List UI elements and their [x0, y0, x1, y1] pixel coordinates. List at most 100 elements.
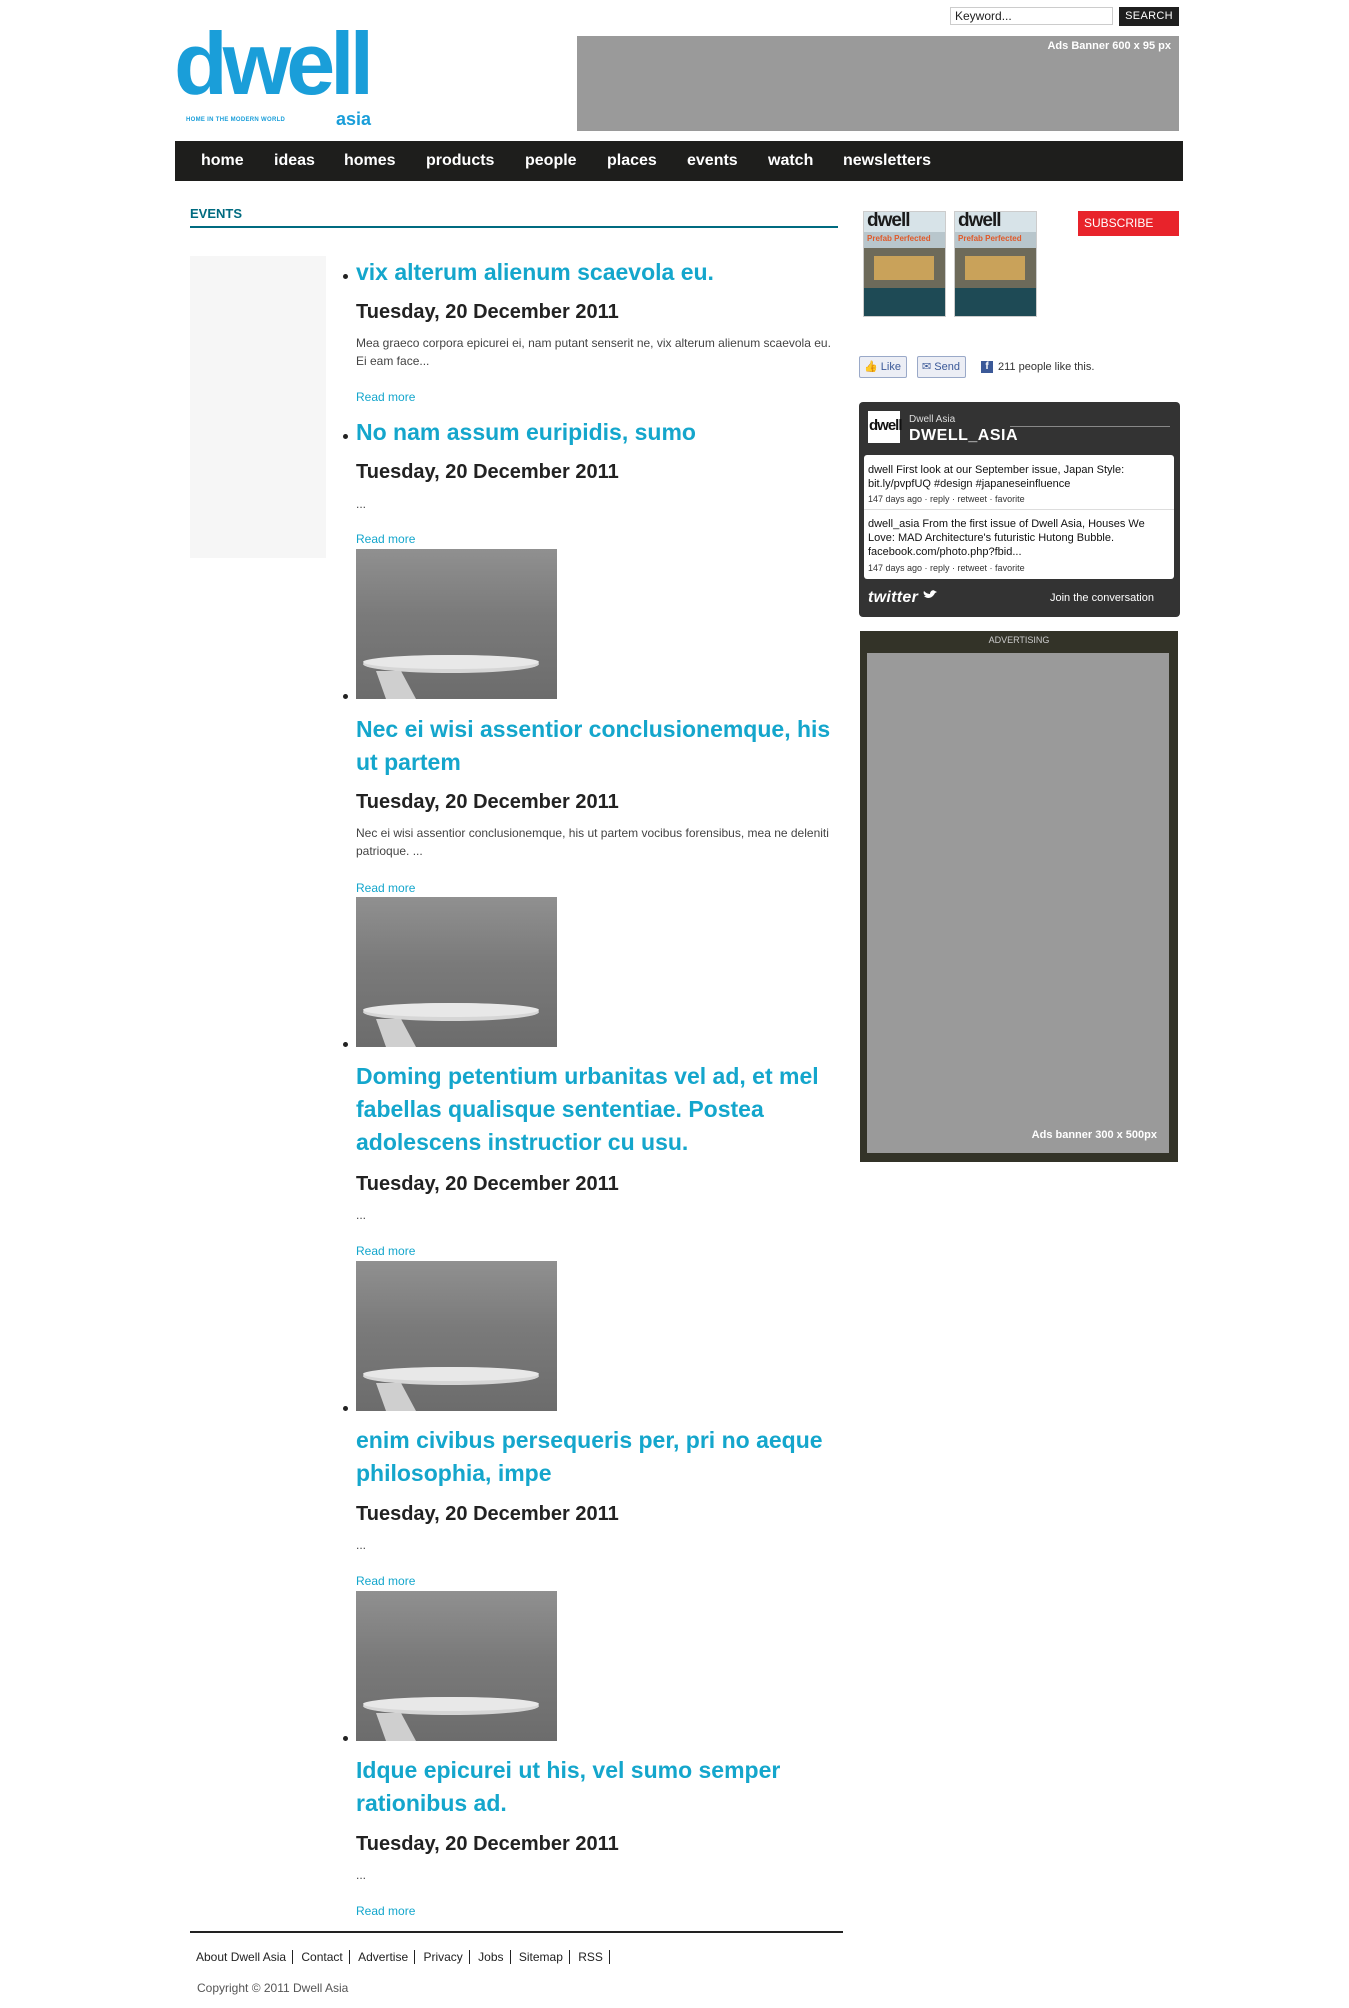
post-date: Tuesday, 20 December 2011	[356, 301, 619, 323]
cover-logo: dwell	[867, 211, 911, 231]
post-thumbnail[interactable]	[356, 1591, 557, 1741]
post-title[interactable]: Doming petentium urbanitas vel ad, et me…	[356, 1060, 836, 1159]
fb-like-count: 211 people like this.	[998, 361, 1095, 373]
footer-link-about[interactable]: About Dwell Asia	[196, 1950, 294, 1964]
post-date: Tuesday, 20 December 2011	[356, 1833, 619, 1855]
post-title[interactable]: vix alterum alienum scaevola eu.	[356, 256, 836, 289]
post-excerpt: ...	[356, 1538, 367, 1552]
search-input[interactable]	[950, 7, 1113, 25]
nav-item-home[interactable]: home	[201, 141, 244, 181]
post-thumbnail[interactable]	[356, 1261, 557, 1411]
nav-item-homes[interactable]: homes	[344, 141, 396, 181]
footer-links: About Dwell Asia Contact Advertise Priva…	[196, 1950, 615, 1964]
nav-item-places[interactable]: places	[607, 141, 657, 181]
sidebar-ad-banner-label: Ads banner 300 x 500px	[1031, 1129, 1157, 1141]
read-more-link[interactable]: Read more	[356, 532, 415, 546]
nav-item-watch[interactable]: watch	[768, 141, 813, 181]
avatar-logo: dwell	[869, 417, 903, 434]
magazine-cover[interactable]: dwell Prefab Perfected	[863, 211, 946, 317]
read-more-link[interactable]: Read more	[356, 1244, 415, 1258]
join-conversation-link[interactable]: Join the conversation	[1050, 592, 1154, 604]
twitter-account-name: Dwell Asia	[909, 414, 956, 425]
tweet-meta[interactable]: 147 days ago · reply · retweet · favorit…	[868, 494, 1025, 504]
facebook-icon: f	[981, 361, 993, 373]
post-excerpt: ...	[356, 1208, 367, 1222]
tweet-divider	[864, 509, 1174, 510]
footer-link-contact[interactable]: Contact	[301, 1950, 350, 1964]
footer-divider	[190, 1931, 843, 1933]
footer-link-jobs[interactable]: Jobs	[478, 1950, 511, 1964]
nav-item-newsletters[interactable]: newsletters	[843, 141, 931, 181]
dwell-asia-logo[interactable]: dwell asia HOME IN THE MODERN WORLD	[174, 14, 374, 132]
twitter-wordmark: twitter	[868, 589, 919, 606]
twitter-handle[interactable]: DWELL_ASIA	[909, 427, 1018, 445]
list-bullet	[343, 434, 348, 439]
tweet-meta[interactable]: 147 days ago · reply · retweet · favorit…	[868, 563, 1025, 573]
footer-link-rss[interactable]: RSS	[578, 1950, 610, 1964]
cover-logo: dwell	[958, 211, 1002, 231]
table-image	[363, 1003, 539, 1047]
logo-word: dwell	[174, 14, 374, 113]
top-ad-banner-label: Ads Banner 600 x 95 px	[1047, 40, 1171, 52]
nav-item-products[interactable]: products	[426, 141, 494, 181]
sidebar-ad-banner[interactable]: Ads banner 300 x 500px	[867, 653, 1169, 1153]
post-thumbnail[interactable]	[356, 897, 557, 1047]
post-excerpt: Mea graeco corpora epicurei ei, nam puta…	[356, 336, 831, 368]
subscribe-button[interactable]: SUBSCRIBE	[1078, 211, 1179, 236]
list-bullet	[343, 1736, 348, 1741]
twitter-header-rule	[1010, 426, 1170, 427]
post-title[interactable]: enim civibus persequeris per, pri no aeq…	[356, 1424, 836, 1490]
list-bullet	[343, 1042, 348, 1047]
footer-link-sitemap[interactable]: Sitemap	[519, 1950, 570, 1964]
post-excerpt: ...	[356, 1868, 367, 1882]
post-date: Tuesday, 20 December 2011	[356, 1503, 619, 1525]
list-bullet	[343, 1406, 348, 1411]
thumbs-up-icon: 👍	[864, 361, 878, 373]
post-title[interactable]: Nec ei wisi assentior conclusionemque, h…	[356, 713, 836, 779]
dwell-avatar: dwell	[868, 411, 903, 443]
post-date: Tuesday, 20 December 2011	[356, 791, 619, 813]
copyright: Copyright © 2011 Dwell Asia	[197, 1981, 349, 1995]
send-icon: ✉	[922, 361, 932, 373]
post-title[interactable]: Idque epicurei ut his, vel sumo semper r…	[356, 1754, 836, 1820]
magazine-cover[interactable]: dwell Prefab Perfected	[954, 211, 1037, 317]
read-more-link[interactable]: Read more	[356, 390, 415, 404]
post-excerpt: Nec ei wisi assentior conclusionemque, h…	[356, 826, 829, 858]
logo-sub: asia	[336, 109, 372, 129]
fb-like-label: Like	[880, 361, 901, 373]
nav-item-people[interactable]: people	[525, 141, 577, 181]
post-date: Tuesday, 20 December 2011	[356, 1173, 619, 1195]
nav-item-ideas[interactable]: ideas	[274, 141, 315, 181]
table-image	[363, 1697, 539, 1741]
sidebar-ad: ADVERTISING Ads banner 300 x 500px	[860, 631, 1178, 1162]
read-more-link[interactable]: Read more	[356, 881, 415, 895]
tweet-text[interactable]: dwell First look at our September issue,…	[868, 463, 1168, 491]
logo-tagline: HOME IN THE MODERN WORLD	[186, 117, 286, 123]
table-image	[363, 1367, 539, 1411]
post-date: Tuesday, 20 December 2011	[356, 461, 619, 483]
twitter-logo[interactable]: twitter	[868, 589, 937, 607]
section-image-placeholder	[190, 256, 326, 558]
top-ad-banner[interactable]: Ads Banner 600 x 95 px	[577, 36, 1179, 131]
advertising-label: ADVERTISING	[988, 635, 1050, 645]
footer-link-privacy[interactable]: Privacy	[423, 1950, 470, 1964]
fb-send-label: Send	[934, 361, 960, 373]
footer-link-advertise[interactable]: Advertise	[358, 1950, 416, 1964]
read-more-link[interactable]: Read more	[356, 1574, 415, 1588]
fb-like-button[interactable]: 👍 Like	[859, 356, 907, 378]
list-bullet	[343, 274, 348, 279]
search-button[interactable]: SEARCH	[1119, 7, 1179, 26]
nav-item-events[interactable]: events	[687, 141, 738, 181]
post-excerpt: ...	[356, 497, 367, 511]
fb-send-button[interactable]: ✉ Send	[917, 356, 966, 378]
section-divider	[190, 226, 838, 228]
main-nav: home ideas homes products people places …	[175, 141, 1183, 181]
cover-headline: Prefab Perfected	[867, 234, 931, 243]
read-more-link[interactable]: Read more	[356, 1904, 415, 1918]
post-thumbnail[interactable]	[356, 549, 557, 699]
table-image	[363, 655, 539, 699]
post-title[interactable]: No nam assum euripidis, sumo	[356, 416, 836, 449]
twitter-bird-icon	[923, 590, 937, 598]
cover-headline: Prefab Perfected	[958, 234, 1022, 243]
tweet-text[interactable]: dwell_asia From the first issue of Dwell…	[868, 517, 1168, 559]
